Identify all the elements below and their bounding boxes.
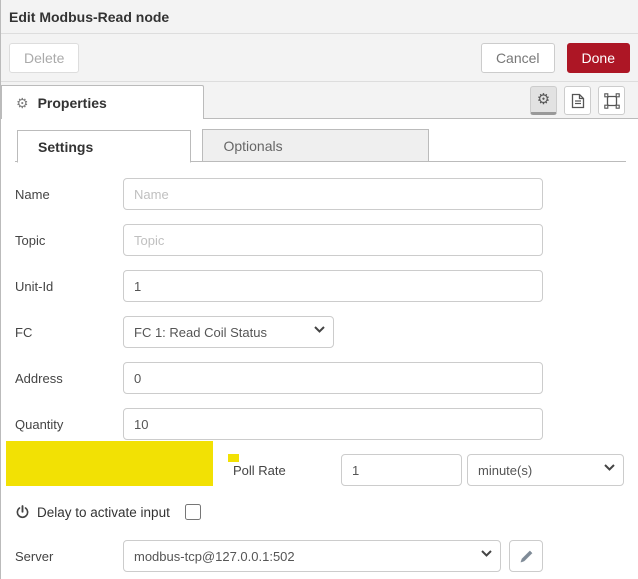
gear-icon: ⚙ [16,94,29,111]
power-icon [16,505,29,519]
unit-id-row: Unit-Id [15,270,624,302]
address-label: Address [15,370,63,386]
tab-settings-label: Settings [38,138,94,155]
editor-tab-bar: ⚙ Properties ⚙ [1,82,638,119]
quantity-label: Quantity [15,416,64,432]
unit-id-input[interactable] [123,270,543,302]
yellow-highlight-edge [228,454,239,462]
settings-tab-bar: Settings Optionals [15,129,626,163]
delay-row: Delay to activate input [15,500,624,524]
document-icon [571,93,584,108]
dialog-toolbar: Delete Cancel Done [1,34,638,82]
fc-row: FC FC 1: Read Coil Status [15,316,624,348]
toolbar-right: Cancel Done [480,42,630,73]
tab-icon-buttons: ⚙ [530,86,625,115]
name-input[interactable] [123,178,543,210]
server-label: Server [15,548,54,564]
fc-select-wrap: FC 1: Read Coil Status [123,316,334,348]
poll-rate-input[interactable] [341,454,462,486]
dialog-title: Edit Modbus-Read node [9,8,170,25]
quantity-row: Quantity [15,408,624,440]
poll-rate-label: Poll Rate [233,462,286,478]
gear-icon: ⚙ [536,91,551,108]
unit-id-label: Unit-Id [15,278,54,294]
yellow-highlight [6,440,214,486]
delete-button[interactable]: Delete [9,42,80,73]
done-button[interactable]: Done [566,42,630,73]
properties-panel: Settings Optionals Name Topic Unit-Id FC [1,119,638,572]
server-select[interactable]: modbus-tcp@127.0.0.1:502 [123,540,501,572]
tab-properties-label: Properties [37,94,107,111]
topic-label: Topic [15,232,46,248]
topic-row: Topic [15,224,624,256]
pencil-icon [520,550,532,562]
dialog-header: Edit Modbus-Read node [1,0,638,34]
topic-input[interactable] [123,224,543,256]
quantity-input[interactable] [123,408,543,440]
delay-label: Delay to activate input [37,504,170,520]
fc-select[interactable]: FC 1: Read Coil Status [123,316,334,348]
properties-gear-button[interactable]: ⚙ [530,86,557,115]
tab-properties[interactable]: ⚙ Properties [1,85,204,119]
address-input[interactable] [123,362,543,394]
delay-checkbox[interactable] [184,504,201,520]
appearance-icon [603,92,620,109]
name-label: Name [15,186,50,202]
edit-server-button[interactable] [509,540,543,572]
cancel-button[interactable]: Cancel [480,42,555,73]
tab-settings[interactable]: Settings [17,130,191,163]
address-row: Address [15,362,624,394]
description-doc-button[interactable] [564,86,591,115]
tab-optionals-label: Optionals [223,137,283,154]
edit-node-dialog: Edit Modbus-Read node Delete Cancel Done… [0,0,638,579]
server-row: Server modbus-tcp@127.0.0.1:502 [15,540,624,572]
poll-rate-row: Poll Rate minute(s) [6,440,624,486]
name-row: Name [15,178,624,210]
poll-rate-unit-select[interactable]: minute(s) [467,454,624,486]
fc-label: FC [15,324,33,340]
appearance-frame-button[interactable] [598,86,625,115]
poll-rate-unit-wrap: minute(s) [467,454,624,486]
server-select-wrap: modbus-tcp@127.0.0.1:502 [123,540,501,572]
tab-optionals[interactable]: Optionals [202,129,430,162]
